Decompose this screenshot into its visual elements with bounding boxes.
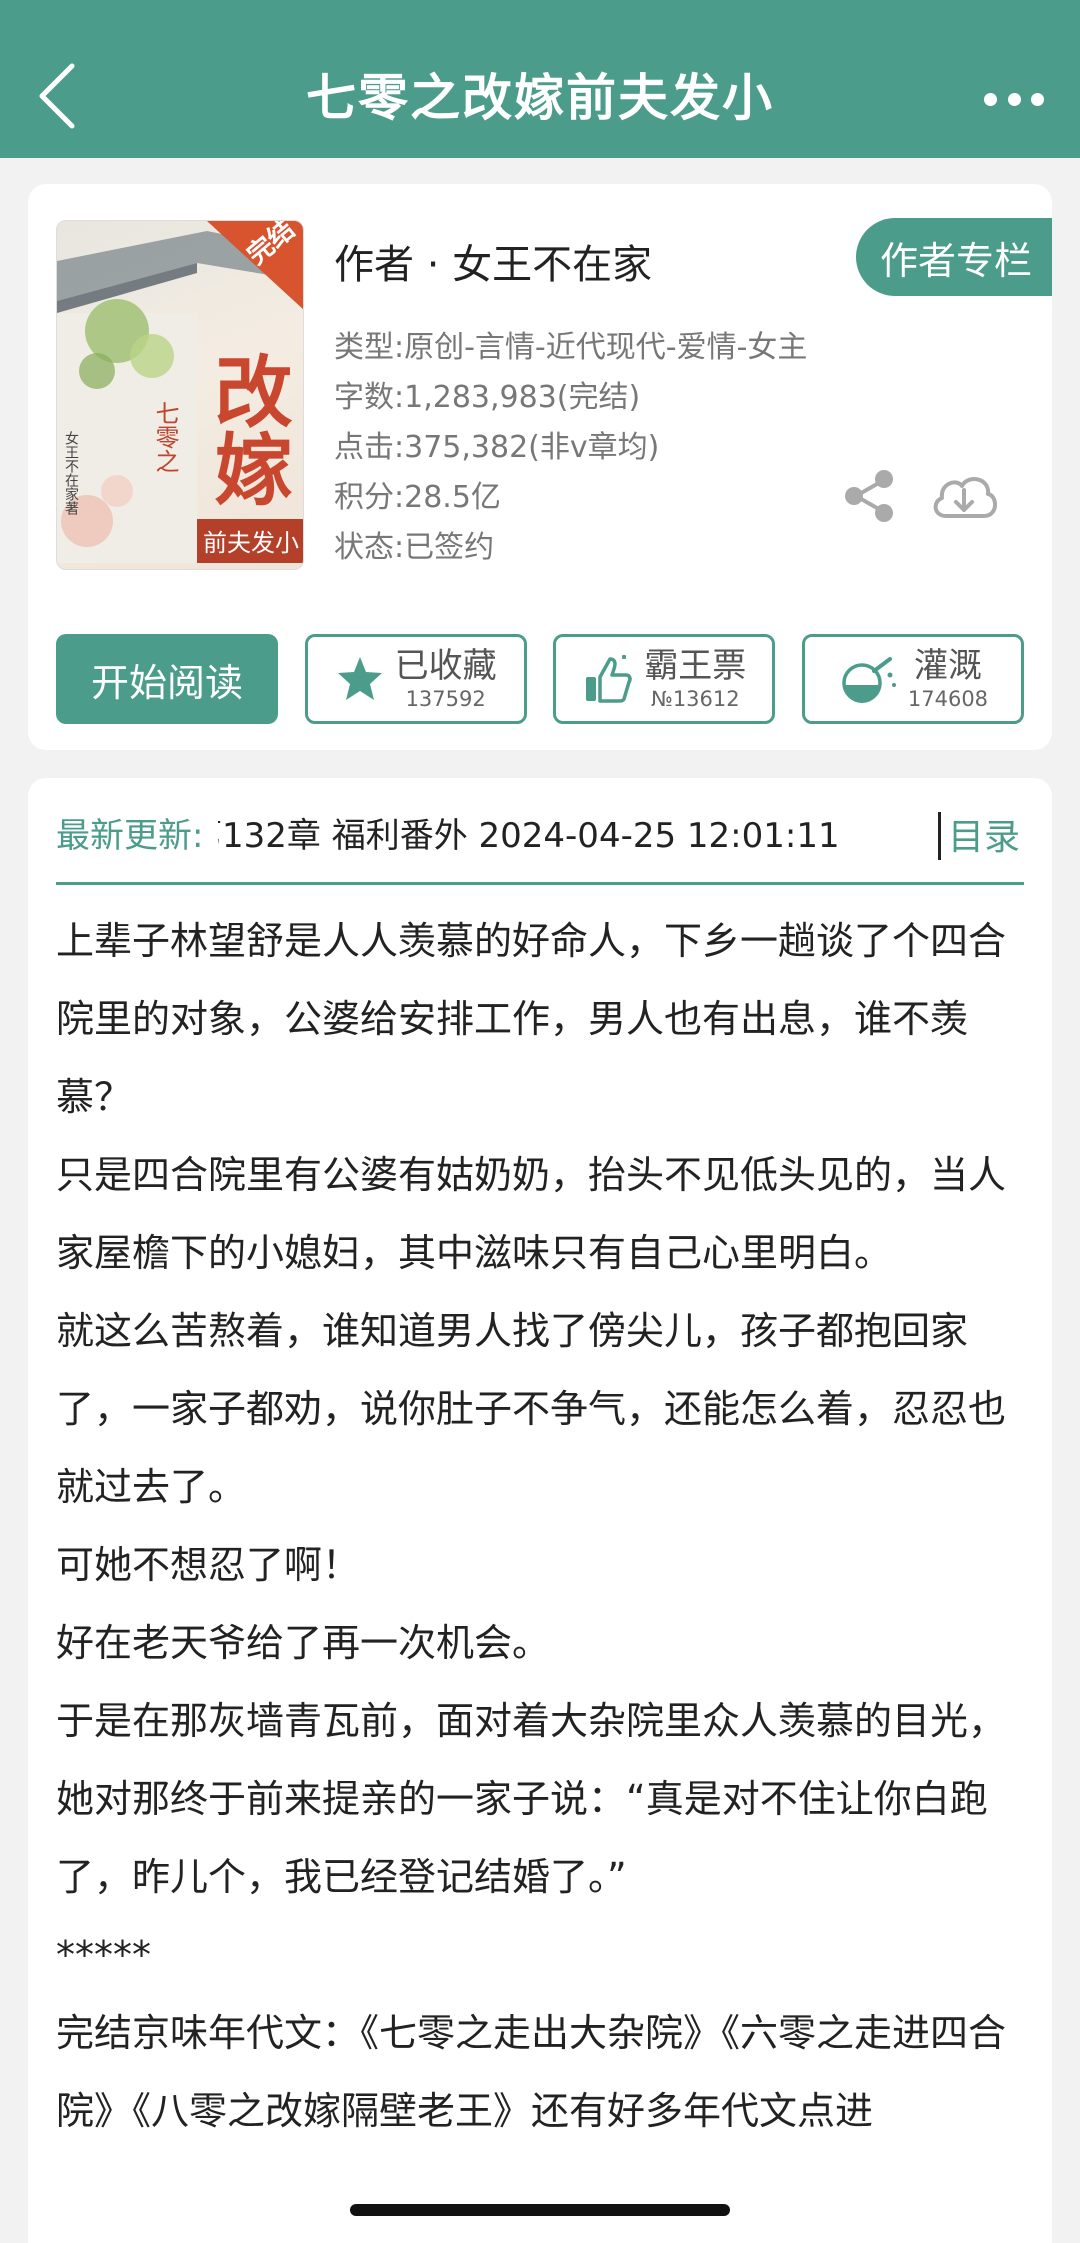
- score: 积分:28.5亿: [334, 480, 501, 515]
- word-count: 字数:1,283,983(完结): [334, 380, 641, 415]
- vote-text: 霸王票 №13612: [644, 646, 746, 712]
- synopsis-paragraph: 于是在那灰墙青瓦前，面对着大杂院里众人羡慕的目光，: [56, 1699, 1007, 1743]
- action-buttons: 开始阅读 已收藏 137592 霸王票 №13612 灌溉 174608: [56, 634, 1024, 724]
- latest-update-row[interactable]: 最新更新: 第132章 福利番外 2024-04-25 12:01:11 目录: [56, 808, 1024, 880]
- synopsis-paragraph: 上辈子林望舒是人人羡慕的好命人，下乡一趟谈了个四合院里的对象，公婆给安排工作，男…: [56, 919, 1007, 1119]
- cover-title-small: 七零之: [151, 401, 179, 473]
- update-underline: [56, 882, 1024, 885]
- book-type: 类型:原创-言情-近代现代-爱情-女主: [334, 330, 808, 365]
- table-of-contents-link[interactable]: 目录: [948, 808, 1020, 860]
- more-dot-icon: [984, 92, 997, 106]
- collect-label: 已收藏: [394, 646, 497, 686]
- synopsis-card: 最新更新: 第132章 福利番外 2024-04-25 12:01:11 目录 …: [28, 778, 1052, 2243]
- cover-title-big: 改嫁: [202, 351, 293, 507]
- latest-update-marquee[interactable]: 第132章 福利番外 2024-04-25 12:01:11: [218, 808, 868, 857]
- synopsis-paragraph: 只是四合院里有公婆有姑奶奶，抬头不见低头见的，当人家屋檐下的小媳妇，其中滋味只有…: [56, 1153, 1007, 1275]
- star-icon: [337, 657, 382, 700]
- top-nav-bar: 七零之改嫁前夫发小: [0, 0, 1080, 158]
- cover-subtitle: 前夫发小: [203, 529, 299, 557]
- watering-bottle-icon: [842, 657, 896, 703]
- share-button[interactable]: [840, 466, 900, 526]
- synopsis-text: 上辈子林望舒是人人羡慕的好命人，下乡一趟谈了个四合院里的对象，公婆给安排工作，男…: [56, 902, 1036, 2150]
- nutrient-label: 灌溉: [913, 646, 982, 686]
- start-reading-button[interactable]: 开始阅读: [56, 634, 278, 724]
- divider: [938, 812, 941, 860]
- nutrient-button[interactable]: 灌溉 174608: [801, 634, 1024, 724]
- vote-label: 霸王票: [644, 646, 747, 686]
- download-button[interactable]: [928, 466, 1000, 526]
- collect-count: 137592: [405, 687, 486, 711]
- synopsis-paragraph: *****: [56, 1933, 151, 1977]
- latest-update-text: 第132章 福利番外 2024-04-25 12:01:11: [218, 816, 840, 856]
- collect-text: 已收藏 137592: [395, 646, 497, 712]
- click-count: 点击:375,382(非v章均): [334, 430, 660, 465]
- more-dot-icon: [1007, 92, 1021, 106]
- book-info-card: 完结 七零之 改嫁 前夫发小 女王不在家著 作者 · 女王不在家 作者专栏 类型…: [28, 184, 1052, 750]
- more-options-button[interactable]: [984, 84, 1044, 114]
- sign-status: 状态:已签约: [334, 530, 495, 565]
- vote-button[interactable]: 霸王票 №13612: [553, 634, 776, 724]
- more-dot-icon: [1031, 92, 1044, 106]
- book-cover[interactable]: 完结 七零之 改嫁 前夫发小 女王不在家著: [56, 220, 304, 570]
- author-name[interactable]: 作者 · 女王不在家: [334, 232, 652, 290]
- synopsis-paragraph: 可她不想忍了啊！: [56, 1543, 361, 1587]
- cover-art: 完结 七零之 改嫁 前夫发小 女王不在家著: [57, 221, 303, 563]
- page-title: 七零之改嫁前夫发小: [306, 69, 774, 127]
- home-indicator[interactable]: [350, 2204, 730, 2216]
- cloud-download-icon: [933, 477, 997, 518]
- thumbs-up-icon: [586, 655, 633, 703]
- collect-button[interactable]: 已收藏 137592: [304, 634, 527, 724]
- nutrient-text: 灌溉 174608: [908, 646, 988, 712]
- nutrient-count: 174608: [907, 687, 989, 711]
- synopsis-paragraph: 好在老天爷给了再一次机会。: [56, 1621, 551, 1665]
- synopsis-paragraph: 就这么苦熬着，谁知道男人找了傍尖儿，孩子都抱回家了，一家子都劝，说你肚子不争气，…: [56, 1309, 1007, 1509]
- cover-author: 女王不在家著: [63, 430, 79, 515]
- synopsis-paragraph: 她对那终于前来提亲的一家子说：“真是对不住让你白跑了，昨儿个，我已经登记结婚了。…: [56, 1777, 988, 1899]
- vote-count: №13612: [650, 687, 740, 711]
- latest-update-label: 最新更新:: [56, 808, 204, 857]
- share-icon: [845, 470, 893, 522]
- author-column-button[interactable]: 作者专栏: [856, 218, 1052, 296]
- synopsis-paragraph: 完结京味年代文：《七零之走出大杂院》《六零之走进四合院》《八零之改嫁隔壁老王》还…: [56, 2011, 1007, 2133]
